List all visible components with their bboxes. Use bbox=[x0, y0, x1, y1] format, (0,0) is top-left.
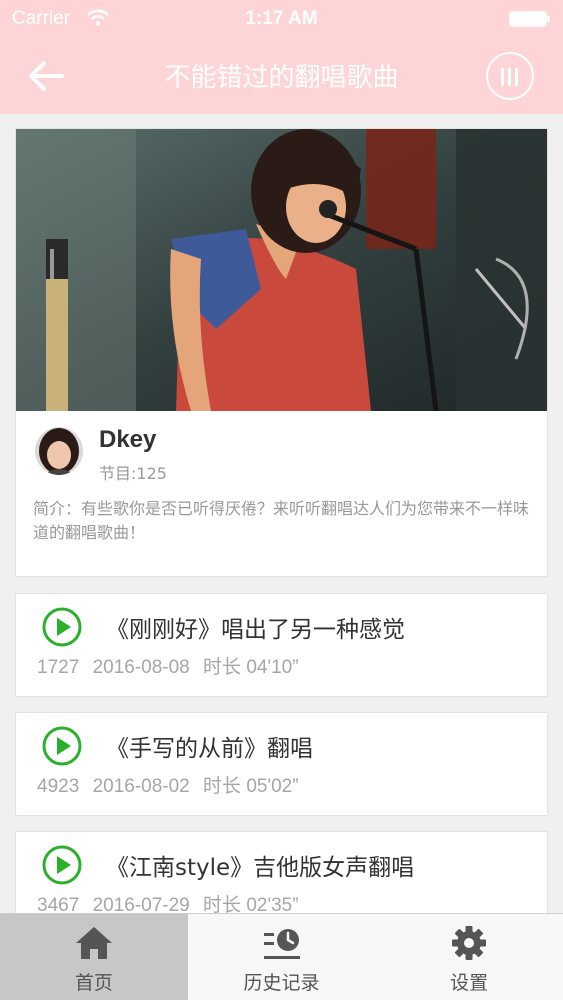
back-button[interactable] bbox=[26, 58, 66, 94]
duration: 时长 04'10” bbox=[203, 657, 299, 678]
tab-home[interactable]: 首页 bbox=[0, 914, 188, 1000]
tab-history[interactable]: 历史记录 bbox=[188, 914, 376, 1000]
battery-icon bbox=[509, 11, 550, 27]
song-item[interactable]: 《刚刚好》唱出了另一种感觉 1727 2016-08-08 时长 04'10” bbox=[15, 593, 548, 697]
cover-image bbox=[16, 129, 547, 411]
song-meta: 4923 2016-08-02 时长 05'02” bbox=[37, 771, 307, 798]
avatar[interactable] bbox=[35, 427, 83, 475]
album-card: Dkey 节目:125 简介：有些歌你是否已听得厌倦？来听听翻唱达人们为您带来不… bbox=[15, 128, 548, 577]
publish-date: 2016-08-02 bbox=[92, 776, 190, 797]
now-playing-button[interactable] bbox=[486, 52, 534, 100]
song-title: 《江南style》吉他版女声翻唱 bbox=[106, 855, 415, 881]
play-icon[interactable] bbox=[41, 725, 83, 767]
history-clock-icon bbox=[263, 929, 300, 959]
album-intro: 简介：有些歌你是否已听得厌倦？来听听翻唱达人们为您带来不一样味道的翻唱歌曲！ bbox=[33, 499, 530, 542]
nav-bar: 不能错过的翻唱歌曲 bbox=[0, 38, 563, 114]
tab-label: 首页 bbox=[74, 972, 113, 994]
equalizer-bar bbox=[501, 68, 504, 86]
tab-bar: 首页 历史记录 设置 bbox=[0, 913, 563, 1000]
tab-settings[interactable]: 设置 bbox=[375, 914, 563, 1000]
song-title: 《刚刚好》唱出了另一种感觉 bbox=[106, 617, 405, 643]
play-count: 1727 bbox=[37, 657, 80, 678]
tab-label: 历史记录 bbox=[243, 972, 320, 994]
equalizer-bar bbox=[508, 68, 511, 86]
program-count: 节目:125 bbox=[99, 464, 167, 483]
tab-label: 设置 bbox=[450, 972, 489, 994]
duration: 时长 05'02” bbox=[203, 776, 299, 797]
page-title: 不能错过的翻唱歌曲 bbox=[164, 63, 399, 93]
play-icon[interactable] bbox=[41, 844, 83, 886]
song-meta: 1727 2016-08-08 时长 04'10” bbox=[37, 652, 307, 679]
status-time: 1:17 AM bbox=[245, 8, 318, 29]
author-name: Dkey bbox=[99, 426, 157, 453]
play-count: 4923 bbox=[37, 776, 80, 797]
play-icon[interactable] bbox=[41, 606, 83, 648]
home-icon bbox=[75, 927, 112, 959]
status-bar: Carrier 1:17 AM bbox=[0, 0, 563, 38]
publish-date: 2016-08-08 bbox=[92, 657, 190, 678]
song-title: 《手写的从前》翻唱 bbox=[106, 736, 313, 762]
gear-icon bbox=[452, 926, 487, 960]
song-item[interactable]: 《手写的从前》翻唱 4923 2016-08-02 时长 05'02” bbox=[15, 712, 548, 816]
equalizer-bar bbox=[515, 68, 518, 86]
